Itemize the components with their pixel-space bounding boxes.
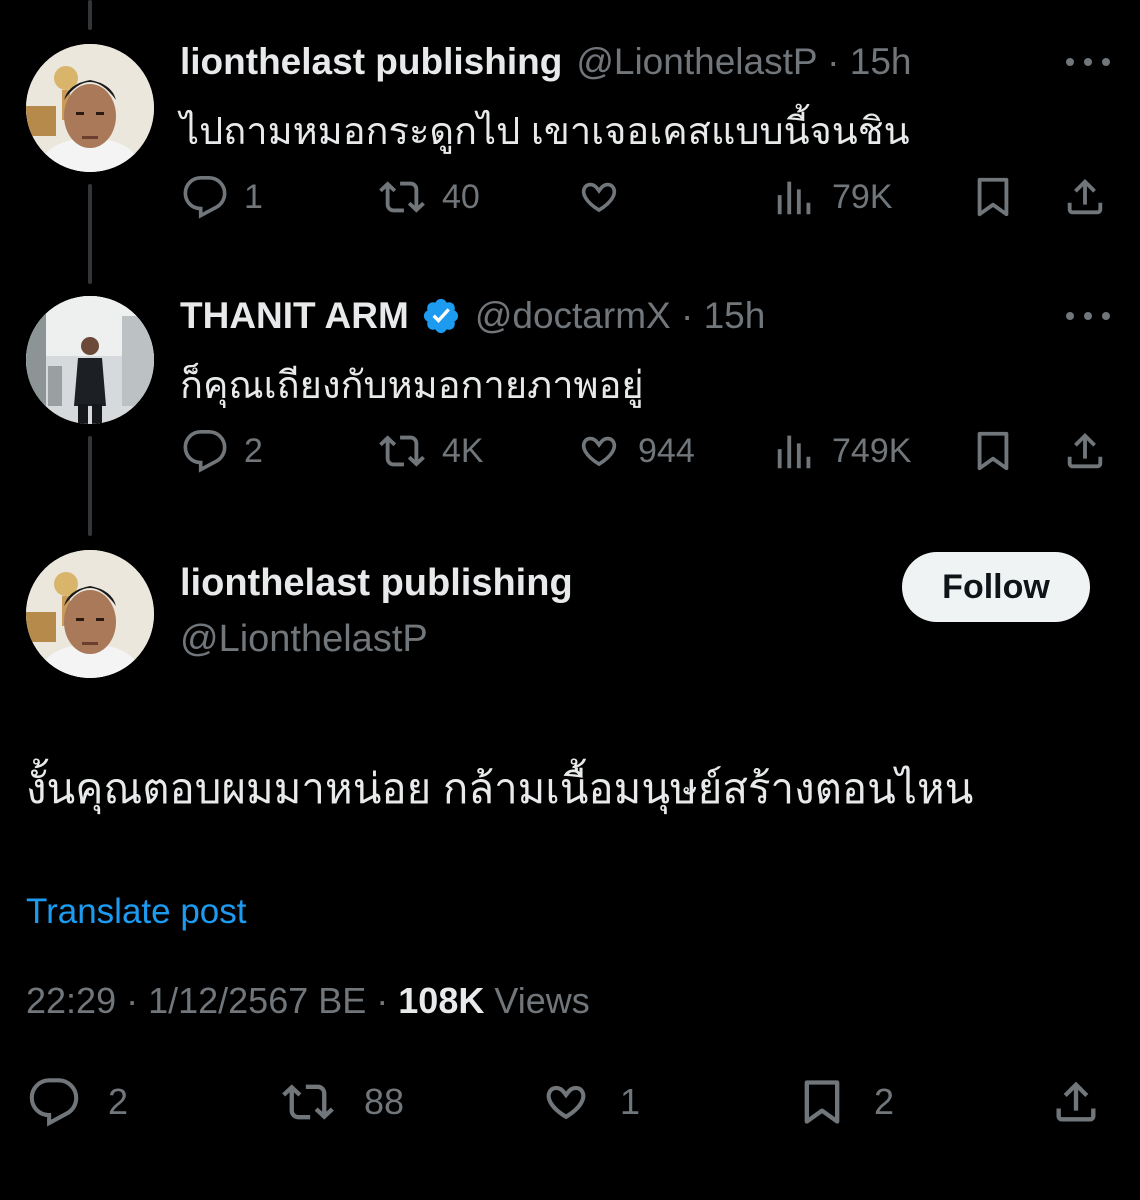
reply-count: 2 — [108, 1081, 129, 1122]
translate-post-link[interactable]: Translate post — [26, 892, 246, 932]
repost-button[interactable]: 4K — [376, 428, 484, 474]
reply-icon — [183, 176, 227, 219]
like-button[interactable]: 1 — [538, 1076, 640, 1128]
share-icon — [1067, 432, 1103, 469]
like-count: 1 — [620, 1081, 641, 1122]
repost-button[interactable]: 88 — [278, 1076, 404, 1128]
bookmark-icon — [977, 177, 1009, 217]
thread-line — [88, 0, 92, 30]
views-count: 749K — [832, 431, 912, 470]
reply-header: THANIT ARM @doctarmX · 15h — [180, 286, 765, 346]
post-time[interactable]: 22:29 — [26, 980, 116, 1021]
tweet-text: ไปถามหมอกระดูกไป เขาเจอเคสแบบนี้จนชิน — [180, 111, 910, 153]
share-icon — [1056, 1081, 1096, 1122]
views-icon — [777, 181, 811, 215]
bookmark-button[interactable] — [970, 174, 1016, 220]
repost-icon — [379, 435, 425, 467]
views-count: 79K — [832, 177, 893, 216]
reply-icon — [29, 1078, 79, 1127]
display-name[interactable]: lionthelast publishing — [180, 562, 573, 605]
avatar[interactable] — [26, 550, 154, 678]
post-date[interactable]: 1/12/2567 BE — [148, 980, 366, 1021]
thread-line — [88, 436, 92, 536]
views-label: Views — [494, 980, 590, 1021]
handle[interactable]: @doctarmX — [475, 295, 671, 336]
bookmark-button[interactable]: 2 — [796, 1076, 894, 1128]
display-name[interactable]: THANIT ARM — [180, 295, 409, 337]
repost-count: 4K — [442, 431, 484, 470]
thread-line — [88, 184, 92, 284]
repost-icon — [379, 181, 425, 213]
reply-icon — [183, 430, 227, 473]
bookmark-icon — [804, 1080, 840, 1124]
handle[interactable]: @LionthelastP — [576, 41, 817, 82]
share-button[interactable] — [1062, 174, 1108, 220]
reply-count: 2 — [244, 431, 263, 470]
reply-count: 1 — [244, 177, 263, 216]
views-button[interactable]: 79K — [772, 174, 893, 220]
heart-icon — [581, 436, 617, 467]
repost-count: 40 — [442, 177, 480, 216]
display-name[interactable]: lionthelast publishing — [180, 41, 562, 83]
repost-count: 88 — [364, 1081, 405, 1122]
bookmark-button[interactable] — [970, 428, 1016, 474]
timestamp[interactable]: 15h — [850, 41, 912, 82]
handle-time: @doctarmX · 15h — [474, 295, 766, 336]
more-options-icon[interactable] — [1066, 306, 1110, 326]
reply-button[interactable]: 2 — [26, 1076, 128, 1128]
reply-button[interactable]: 1 — [180, 174, 263, 220]
avatar[interactable] — [26, 44, 154, 172]
share-icon — [1067, 178, 1103, 215]
post-meta: 22:29 · 1/12/2567 BE · 108K Views — [26, 980, 590, 1021]
repost-icon — [282, 1084, 334, 1120]
verified-badge-icon[interactable] — [421, 296, 461, 336]
follow-button[interactable]: Follow — [902, 552, 1090, 622]
handle-time: @LionthelastP · 15h — [576, 41, 912, 82]
heart-icon — [581, 182, 617, 213]
like-count: 944 — [638, 431, 695, 470]
reply-button[interactable]: 2 — [180, 428, 263, 474]
share-button[interactable] — [1050, 1076, 1102, 1128]
views-icon — [777, 435, 811, 469]
reply-header: lionthelast publishing @LionthelastP · 1… — [180, 32, 912, 92]
like-button[interactable]: 944 — [574, 428, 695, 474]
timestamp[interactable]: 15h — [704, 295, 766, 336]
heart-icon — [546, 1085, 586, 1120]
like-button[interactable] — [574, 174, 638, 220]
avatar[interactable] — [26, 296, 154, 424]
repost-button[interactable]: 40 — [376, 174, 480, 220]
bookmark-count: 2 — [874, 1081, 895, 1122]
share-button[interactable] — [1062, 428, 1108, 474]
views-button[interactable]: 749K — [772, 428, 911, 474]
tweet-text: ก็คุณเถียงกับหมอกายภาพอยู่ — [180, 365, 644, 407]
post-text: งั้นคุณตอบผมมาหน่อย กล้ามเนื้อมนุษย์สร้า… — [26, 765, 974, 812]
bookmark-icon — [977, 431, 1009, 471]
handle[interactable]: @LionthelastP — [180, 618, 428, 661]
more-options-icon[interactable] — [1066, 52, 1110, 72]
views-count: 108K — [398, 980, 485, 1021]
